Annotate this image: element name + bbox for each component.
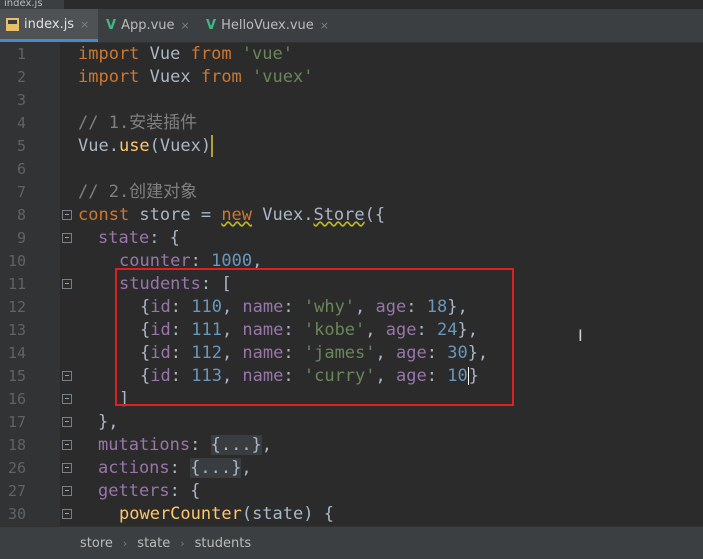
tab-hellovuex-vue[interactable]: V HelloVuex.vue × — [200, 9, 340, 42]
code-line: 7 // 2.创建对象 — [0, 181, 703, 204]
fold-toggle-icon[interactable] — [62, 463, 72, 473]
red-highlight-annotation — [115, 268, 514, 406]
line-number: 9 — [16, 229, 26, 247]
chevron-right-icon: › — [122, 536, 128, 550]
code-text: getters: { — [98, 481, 201, 501]
line-number: 26 — [7, 459, 26, 477]
code-line: 8 const store = new Vuex.Store({ — [0, 204, 703, 227]
code-text: mutations: {...}, — [98, 435, 273, 455]
code-text: const store = new Vuex.Store({ — [78, 205, 386, 225]
editor-tab-bar: index.js × V App.vue × V HelloVuex.vue × — [0, 9, 703, 43]
line-number: 7 — [16, 183, 26, 201]
fold-toggle-icon[interactable] — [62, 279, 72, 289]
tab-label: App.vue — [121, 18, 175, 33]
line-number: 2 — [16, 68, 26, 86]
structure-breadcrumb-bar: store › state › students — [0, 526, 703, 559]
vue-file-icon: V — [206, 18, 217, 33]
fold-toggle-icon[interactable] — [62, 440, 72, 450]
fold-toggle-icon[interactable] — [62, 417, 72, 427]
breadcrumb-item-students[interactable]: students — [195, 536, 251, 551]
chevron-right-icon: › — [180, 536, 185, 550]
line-number: 3 — [16, 91, 26, 109]
fold-toggle-icon[interactable] — [62, 394, 72, 404]
code-text: Vue.use(Vuex)​ — [78, 135, 214, 157]
tab-label: HelloVuex.vue — [221, 18, 314, 33]
line-number: 27 — [7, 482, 26, 500]
file-path-breadcrumb[interactable]: index.js — [0, 0, 64, 9]
code-line: 27 getters: { — [0, 480, 703, 503]
code-line: 4 // 1.安装插件 — [0, 112, 703, 135]
code-line: 5 Vue.use(Vuex)​ — [0, 135, 703, 158]
code-text: import Vuex from 'vuex' — [78, 67, 314, 87]
close-icon[interactable]: × — [181, 19, 190, 32]
tab-index-js[interactable]: index.js × — [0, 9, 98, 42]
code-line: 6 — [0, 158, 703, 181]
line-number: 14 — [7, 344, 26, 362]
code-text: import Vue from 'vue' — [78, 44, 293, 64]
line-number: 17 — [7, 413, 26, 431]
comment: // 2.创建对象 — [78, 182, 198, 202]
code-line: 3 — [0, 89, 703, 112]
close-icon[interactable]: × — [320, 19, 329, 32]
line-number: 12 — [7, 298, 26, 316]
line-number: 13 — [7, 321, 26, 339]
close-icon[interactable]: × — [80, 18, 89, 31]
vue-file-icon: V — [106, 18, 117, 33]
line-number: 1 — [16, 45, 26, 63]
tab-label: index.js — [24, 16, 75, 32]
code-text: }, — [98, 412, 119, 432]
code-text: powerCounter(state) { — [119, 504, 334, 524]
code-text: actions: {...}, — [98, 458, 252, 478]
fold-toggle-icon[interactable] — [62, 210, 72, 220]
line-number: 6 — [16, 160, 26, 178]
line-number: 15 — [7, 367, 26, 385]
fold-toggle-icon[interactable] — [62, 371, 72, 381]
line-number: 4 — [16, 114, 26, 132]
line-number: 11 — [7, 275, 26, 293]
line-number: 18 — [7, 436, 26, 454]
line-number: 5 — [16, 137, 26, 155]
breadcrumb-item-store[interactable]: store — [80, 536, 113, 551]
code-line: 2 import Vuex from 'vuex' — [0, 66, 703, 89]
code-line: 9 state: { — [0, 227, 703, 250]
fold-toggle-icon[interactable] — [62, 486, 72, 496]
fold-toggle-icon[interactable] — [62, 509, 72, 519]
code-line: 1 import Vue from 'vue' — [0, 43, 703, 66]
mouse-ibeam-cursor-icon: I — [578, 326, 583, 345]
code-line: 17 }, — [0, 411, 703, 434]
code-line: 30 powerCounter(state) { — [0, 503, 703, 526]
breadcrumb-item-state[interactable]: state — [137, 536, 170, 551]
fold-toggle-icon[interactable] — [62, 233, 72, 243]
js-file-icon — [6, 17, 19, 31]
tab-app-vue[interactable]: V App.vue × — [100, 9, 198, 42]
code-line: 26 actions: {...}, — [0, 457, 703, 480]
folded-region[interactable]: {...} — [190, 458, 242, 478]
code-text: state: { — [98, 228, 180, 248]
line-number: 16 — [7, 390, 26, 408]
folded-region[interactable]: {...} — [210, 435, 262, 455]
code-line: 18 mutations: {...}, — [0, 434, 703, 457]
comment: // 1.安装插件 — [78, 113, 198, 133]
line-number: 10 — [7, 252, 26, 270]
line-number: 30 — [7, 505, 26, 523]
line-number: 8 — [16, 206, 26, 224]
